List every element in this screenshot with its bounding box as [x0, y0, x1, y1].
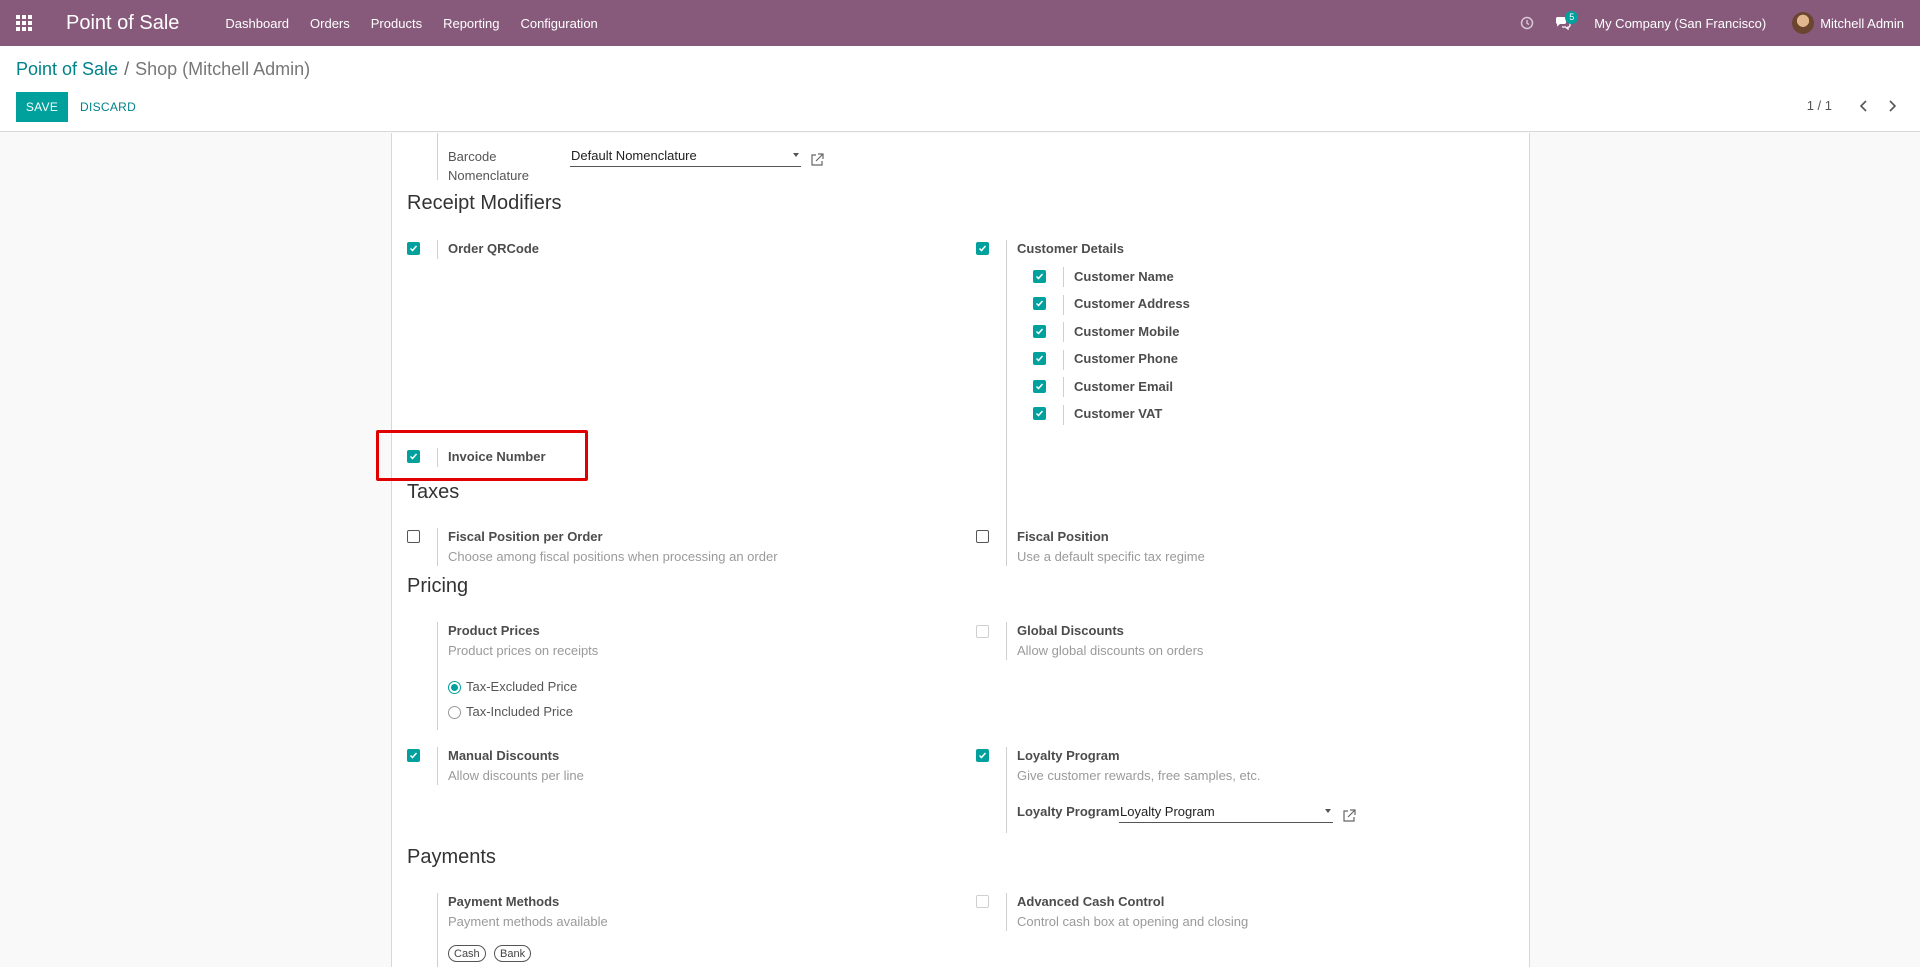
pager-value: 1 / 1 — [1806, 98, 1832, 113]
manual-discounts-label: Manual Discounts — [448, 748, 560, 763]
breadcrumb: Point of Sale / Shop (Mitchell Admin) — [16, 59, 310, 80]
control-panel: Point of Sale / Shop (Mitchell Admin) SAVE… — [0, 46, 1920, 132]
app-brand[interactable]: Point of Sale — [66, 12, 179, 35]
apps-grid-icon[interactable] — [0, 0, 48, 46]
breadcrumb-current: Shop (Mitchell Admin) — [135, 59, 311, 79]
product-prices-desc: Product prices on receipts — [448, 643, 599, 658]
global-discounts-checkbox[interactable] — [976, 625, 989, 638]
customer-email-checkbox[interactable] — [1033, 380, 1046, 393]
loyalty-program-desc: Give customer rewards, free samples, etc… — [1017, 768, 1261, 783]
payment-methods-desc: Payment methods available — [448, 914, 608, 929]
caret-down-icon — [793, 153, 799, 157]
taxes-title: Taxes — [407, 481, 460, 503]
check-icon — [1035, 273, 1044, 280]
tax-excluded-radio[interactable] — [448, 681, 461, 694]
barcode-nomenclature-label: Barcode Nomenclature — [448, 149, 529, 183]
advanced-cash-control-checkbox[interactable] — [976, 895, 989, 908]
customer-phone-checkbox[interactable] — [1033, 352, 1046, 365]
tax-included-label[interactable]: Tax-Included Price — [466, 704, 573, 719]
product-prices-label: Product Prices — [448, 623, 540, 638]
fiscal-position-label: Fiscal Position — [1017, 529, 1109, 544]
manual-discounts-desc: Allow discounts per line — [448, 768, 584, 783]
check-icon — [978, 752, 987, 759]
external-link-icon[interactable] — [1342, 809, 1356, 823]
caret-down-icon — [1325, 809, 1331, 813]
customer-mobile-checkbox[interactable] — [1033, 325, 1046, 338]
customer-details-label: Customer Details — [1017, 241, 1124, 256]
advanced-cash-control-label: Advanced Cash Control — [1017, 894, 1165, 909]
order-qrcode-label: Order QRCode — [448, 241, 540, 256]
check-icon — [409, 245, 418, 252]
external-link-icon[interactable] — [810, 153, 824, 167]
order-qrcode-checkbox[interactable] — [407, 242, 420, 255]
customer-mobile-label: Customer Mobile — [1074, 324, 1180, 339]
advanced-cash-control-desc: Control cash box at opening and closing — [1017, 914, 1249, 929]
pricing-title: Pricing — [407, 575, 469, 597]
fiscal-position-per-order-desc: Choose among fiscal positions when proce… — [448, 549, 778, 564]
manual-discounts-checkbox[interactable] — [407, 749, 420, 762]
check-icon — [1035, 410, 1044, 417]
tax-excluded-label[interactable]: Tax-Excluded Price — [466, 679, 577, 694]
payment-method-tag-cash[interactable]: Cash — [448, 945, 486, 962]
save-button[interactable]: SAVE — [16, 92, 68, 122]
check-icon — [978, 245, 987, 252]
customer-name-label: Customer Name — [1074, 269, 1174, 284]
messages-badge: 5 — [1565, 11, 1579, 24]
barcode-nomenclature-value: Default Nomenclature — [571, 148, 697, 163]
payment-methods-label: Payment Methods — [448, 894, 560, 909]
activity-clock-icon[interactable] — [1516, 0, 1538, 46]
loyalty-program-value: Loyalty Program — [1120, 804, 1215, 819]
fiscal-position-per-order-label: Fiscal Position per Order — [448, 529, 603, 544]
customer-vat-checkbox[interactable] — [1033, 407, 1046, 420]
fiscal-position-checkbox[interactable] — [976, 530, 989, 543]
customer-address-checkbox[interactable] — [1033, 297, 1046, 310]
loyalty-program-field-label: Loyalty Program — [1017, 804, 1120, 819]
loyalty-program-select[interactable]: Loyalty Program — [1119, 801, 1333, 823]
customer-email-label: Customer Email — [1074, 379, 1173, 394]
form-sheet: Barcode Nomenclature Default Nomenclatur… — [391, 133, 1530, 967]
customer-address-label: Customer Address — [1074, 296, 1190, 311]
top-navbar: Point of Sale Dashboard Orders Products … — [0, 0, 1920, 46]
chevron-right-icon[interactable] — [1882, 94, 1902, 118]
receipt-modifiers-title: Receipt Modifiers — [407, 192, 562, 214]
messages-chat-icon[interactable]: 5 — [1552, 0, 1579, 46]
discard-button[interactable]: DISCARD — [80, 92, 136, 122]
payment-method-tag-bank[interactable]: Bank — [494, 945, 532, 962]
customer-phone-label: Customer Phone — [1074, 351, 1179, 366]
menu-products[interactable]: Products — [371, 16, 422, 31]
menu-reporting[interactable]: Reporting — [443, 16, 499, 31]
payments-title: Payments — [407, 846, 496, 868]
loyalty-program-label: Loyalty Program — [1017, 748, 1120, 763]
check-icon — [1035, 383, 1044, 390]
check-icon — [1035, 328, 1044, 335]
global-discounts-desc: Allow global discounts on orders — [1017, 643, 1204, 658]
user-menu[interactable]: Mitchell Admin — [1820, 16, 1904, 31]
navbar-systray: 5 My Company (San Francisco) Mitchell Ad… — [1516, 0, 1920, 46]
fiscal-position-per-order-checkbox[interactable] — [407, 530, 420, 543]
check-icon — [409, 752, 418, 759]
company-switcher[interactable]: My Company (San Francisco) — [1594, 16, 1766, 31]
customer-vat-label: Customer VAT — [1074, 406, 1163, 421]
menu-dashboard[interactable]: Dashboard — [225, 16, 289, 31]
menu-configuration[interactable]: Configuration — [520, 16, 597, 31]
user-avatar[interactable] — [1792, 12, 1815, 34]
check-icon — [1035, 355, 1044, 362]
barcode-nomenclature-select[interactable]: Default Nomenclature — [570, 145, 801, 167]
fiscal-position-desc: Use a default specific tax regime — [1017, 549, 1205, 564]
chevron-left-icon[interactable] — [1854, 94, 1874, 118]
breadcrumb-root[interactable]: Point of Sale — [16, 59, 118, 79]
customer-name-checkbox[interactable] — [1033, 270, 1046, 283]
menu-orders[interactable]: Orders — [310, 16, 350, 31]
customer-details-checkbox[interactable] — [976, 242, 989, 255]
loyalty-program-checkbox[interactable] — [976, 749, 989, 762]
highlight-box — [376, 430, 588, 481]
breadcrumb-separator: / — [124, 59, 130, 79]
tax-included-radio[interactable] — [448, 706, 461, 719]
global-discounts-label: Global Discounts — [1017, 623, 1124, 638]
check-icon — [1035, 300, 1044, 307]
